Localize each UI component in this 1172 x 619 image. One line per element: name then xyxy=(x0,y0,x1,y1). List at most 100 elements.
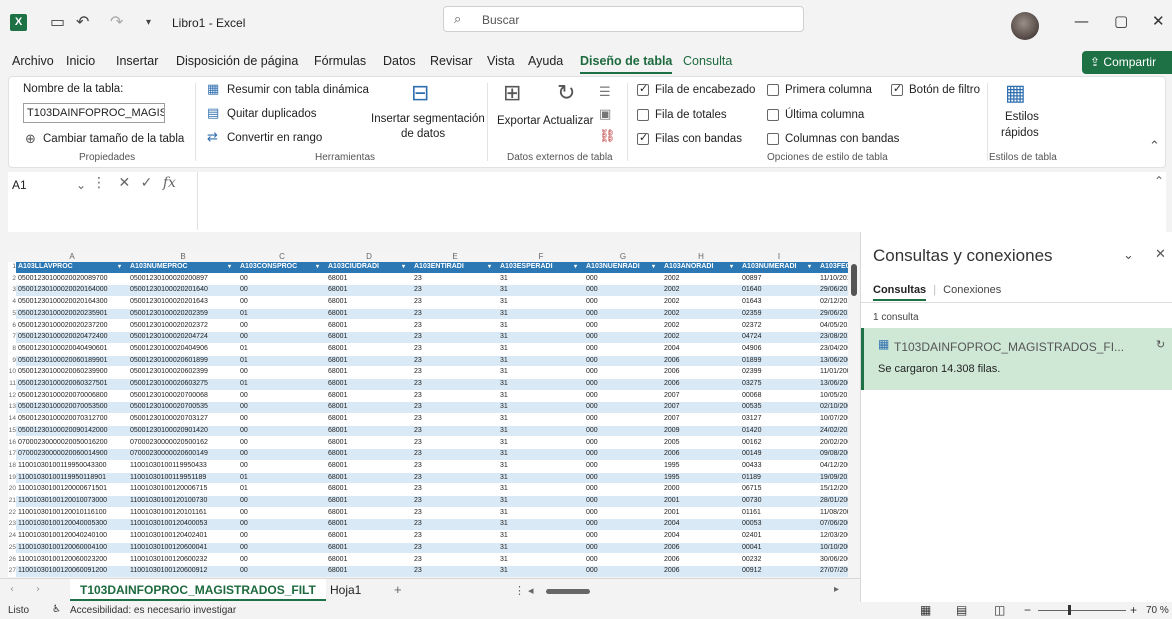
table-cell[interactable]: 00232 xyxy=(742,556,816,563)
next-sheet-icon[interactable]: › xyxy=(36,584,40,595)
tab-conexiones[interactable]: Conexiones xyxy=(943,284,1001,296)
worksheet-grid[interactable]: ABCDEFGHIJ 1A103LLAVPROC▾A103NUMEPROC▾A1… xyxy=(8,252,848,577)
table-cell[interactable]: 2006 xyxy=(664,556,738,563)
table-cell[interactable]: 000 xyxy=(586,298,660,305)
table-cell[interactable]: 11001030100120040005300 xyxy=(18,520,126,527)
table-cell[interactable]: 01 xyxy=(240,310,324,317)
column-letter[interactable]: B xyxy=(128,252,238,261)
table-cell[interactable]: 31 xyxy=(500,345,582,352)
table-cell[interactable]: 05001230100020602399 xyxy=(130,368,236,375)
table-row[interactable]: 05001230100020020472400 05001230100020204… xyxy=(16,332,848,343)
horizontal-scroll-thumb[interactable] xyxy=(546,589,590,594)
table-cell[interactable]: 29/06/2011 0:00 0 xyxy=(820,286,848,293)
total-row-checkbox[interactable] xyxy=(637,109,649,121)
table-cell[interactable]: 20/02/2006 0:00 0 xyxy=(820,439,848,446)
tab-consultas[interactable]: Consultas xyxy=(873,284,927,301)
table-cell[interactable]: 00 xyxy=(240,532,324,539)
table-cell[interactable]: 23 xyxy=(414,462,496,469)
table-cell[interactable]: 19/09/2011 0:00 1 xyxy=(820,474,848,481)
table-cell[interactable]: 000 xyxy=(586,462,660,469)
table-cell[interactable]: 00 xyxy=(240,520,324,527)
table-cell[interactable]: 68001 xyxy=(328,462,410,469)
table-cell[interactable]: 000 xyxy=(586,368,660,375)
table-cell[interactable]: 05001230100020040490601 xyxy=(18,345,126,352)
export-button[interactable]: Exportar xyxy=(497,115,540,127)
undo-icon[interactable]: ↶ xyxy=(76,12,89,31)
table-cell[interactable]: 31 xyxy=(500,556,582,563)
table-cell[interactable]: 31 xyxy=(500,485,582,492)
menu-archivo[interactable]: Archivo xyxy=(12,54,54,68)
table-cell[interactable]: 1995 xyxy=(664,462,738,469)
table-cell[interactable]: 000 xyxy=(586,485,660,492)
column-header[interactable]: A103NUENRADI xyxy=(586,263,660,270)
table-cell[interactable]: 2004 xyxy=(664,345,738,352)
filter-dropdown-icon[interactable]: ▾ xyxy=(118,263,126,270)
table-cell[interactable]: 68001 xyxy=(328,275,410,282)
table-cell[interactable]: 23 xyxy=(414,380,496,387)
table-cell[interactable]: 23 xyxy=(414,567,496,574)
menu-ayuda[interactable]: Ayuda xyxy=(528,54,563,68)
table-cell[interactable]: 2002 xyxy=(664,322,738,329)
table-cell[interactable]: 2000 xyxy=(664,485,738,492)
table-cell[interactable]: 12/03/2008 0:00 1 xyxy=(820,532,848,539)
table-row[interactable]: 05001230100020060327501 05001230100020603… xyxy=(16,379,848,390)
namebox-dropdown-icon[interactable]: ⌄ xyxy=(76,178,86,192)
column-letter[interactable]: C xyxy=(238,252,326,261)
table-cell[interactable]: 11001030100120600232 xyxy=(130,556,236,563)
table-cell[interactable]: 05001230100020020237200 xyxy=(18,322,126,329)
table-cell[interactable]: 05001230100020201640 xyxy=(130,286,236,293)
table-cell[interactable]: 68001 xyxy=(328,497,410,504)
table-cell[interactable]: 31 xyxy=(500,439,582,446)
refresh-button[interactable]: Actualizar xyxy=(543,115,594,127)
table-cell[interactable]: 23/04/2007 0:00 1 xyxy=(820,345,848,352)
banded-rows-checkbox[interactable] xyxy=(637,131,649,145)
zoom-slider-thumb[interactable] xyxy=(1068,605,1071,615)
table-cell[interactable]: 05001230100020020164000 xyxy=(18,286,126,293)
table-cell[interactable]: 23/08/2011 0:00 1 xyxy=(820,333,848,340)
table-cell[interactable]: 000 xyxy=(586,392,660,399)
enter-icon[interactable]: ✓ xyxy=(141,175,153,191)
table-row[interactable]: 11001030100120060023200 11001030100120600… xyxy=(16,555,848,566)
table-cell[interactable]: 31 xyxy=(500,322,582,329)
table-cell[interactable]: 000 xyxy=(586,474,660,481)
table-cell[interactable]: 00 xyxy=(240,509,324,516)
table-cell[interactable]: 2002 xyxy=(664,275,738,282)
menu-datos[interactable]: Datos xyxy=(383,54,416,68)
column-letter[interactable]: A xyxy=(16,252,128,261)
table-cell[interactable]: 68001 xyxy=(328,439,410,446)
redo-icon[interactable]: ↷ xyxy=(110,12,123,31)
table-cell[interactable]: 02/10/2009 0:00 1 xyxy=(820,403,848,410)
table-cell[interactable]: 00 xyxy=(240,298,324,305)
table-cell[interactable]: 05001230100020070006800 xyxy=(18,392,126,399)
table-cell[interactable]: 000 xyxy=(586,450,660,457)
table-cell[interactable]: 000 xyxy=(586,380,660,387)
column-letter[interactable]: J xyxy=(818,252,848,261)
menu-revisar[interactable]: Revisar xyxy=(430,54,472,68)
filter-dropdown-icon[interactable]: ▾ xyxy=(316,263,324,270)
column-letter[interactable]: H xyxy=(662,252,740,261)
table-cell[interactable]: 05001230100020201643 xyxy=(130,298,236,305)
table-cell[interactable]: 05001230100020070053500 xyxy=(18,403,126,410)
table-cell[interactable]: 04906 xyxy=(742,345,816,352)
table-row[interactable]: 05001230100020020164000 05001230100020201… xyxy=(16,285,848,297)
table-cell[interactable]: 11001030100120010073000 xyxy=(18,497,126,504)
table-cell[interactable]: 000 xyxy=(586,427,660,434)
column-header[interactable]: A103NUMEPROC xyxy=(130,263,236,270)
table-cell[interactable]: 31 xyxy=(500,427,582,434)
table-cell[interactable]: 68001 xyxy=(328,310,410,317)
table-cell[interactable]: 00535 xyxy=(742,403,816,410)
table-cell[interactable]: 01420 xyxy=(742,427,816,434)
table-cell[interactable]: 000 xyxy=(586,357,660,364)
table-cell[interactable]: 000 xyxy=(586,415,660,422)
table-cell[interactable]: 000 xyxy=(586,497,660,504)
column-header[interactable]: A103CONSPROC xyxy=(240,263,324,270)
table-cell[interactable]: 2006 xyxy=(664,544,738,551)
table-cell[interactable]: 23 xyxy=(414,298,496,305)
table-cell[interactable]: 05001230100020703127 xyxy=(130,415,236,422)
table-cell[interactable]: 00 xyxy=(240,427,324,434)
menu-formulas[interactable]: Fórmulas xyxy=(314,54,366,68)
table-cell[interactable]: 31 xyxy=(500,286,582,293)
table-name-input[interactable]: T103DAINFOPROC_MAGISTRADO xyxy=(23,103,165,123)
table-cell[interactable]: 00 xyxy=(240,333,324,340)
table-cell[interactable]: 000 xyxy=(586,286,660,293)
